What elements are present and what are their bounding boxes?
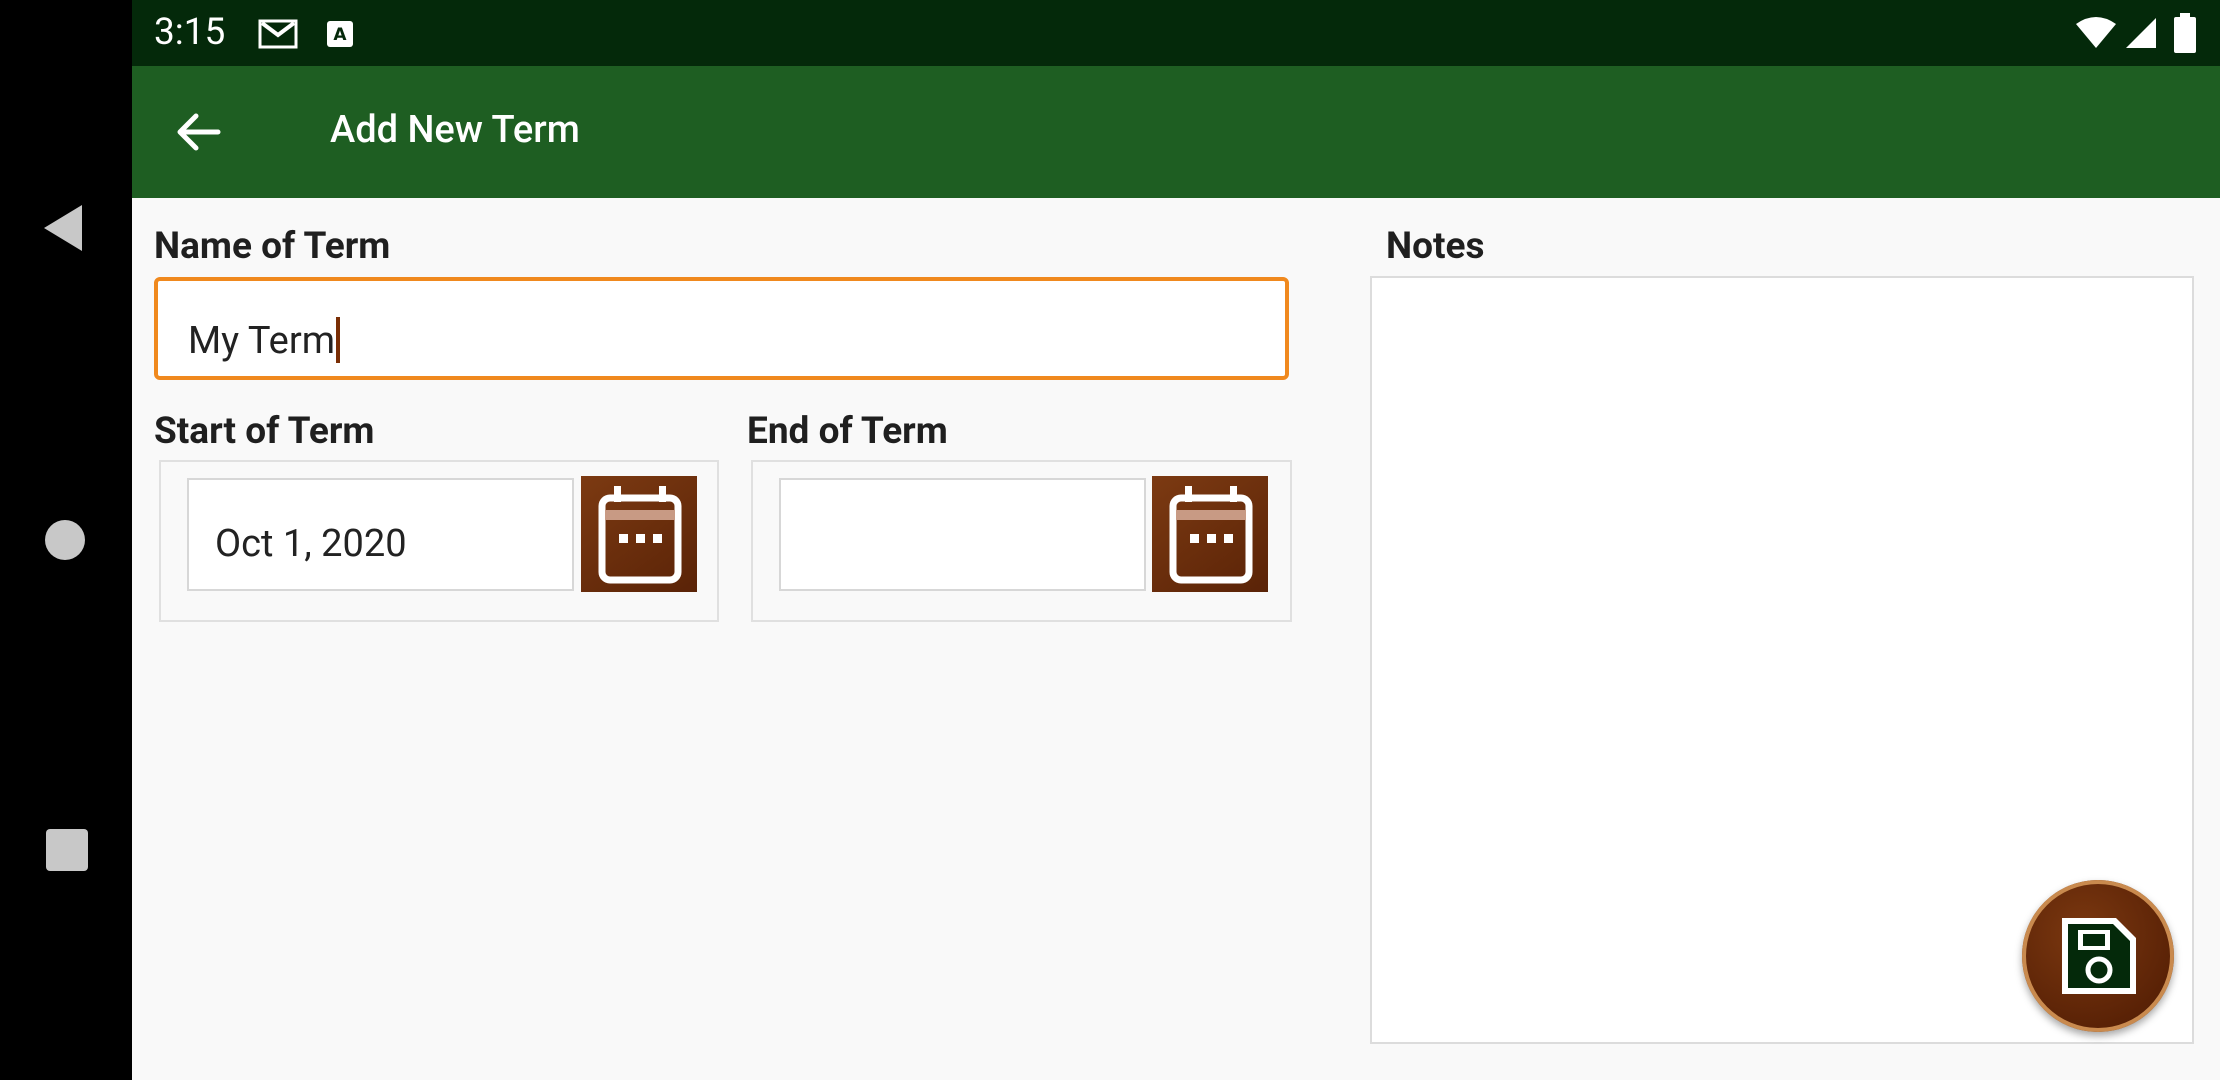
start-date-group: Oct 1, 2020: [159, 460, 719, 622]
start-date-value: Oct 1, 2020: [215, 522, 407, 566]
back-arrow-icon[interactable]: [172, 106, 224, 158]
page-title: Add New Term: [330, 108, 580, 152]
start-of-term-label: Start of Term: [154, 410, 375, 453]
end-of-term-label: End of Term: [747, 410, 948, 453]
end-date-group: [751, 460, 1292, 622]
name-of-term-label: Name of Term: [154, 225, 391, 268]
a-icon: A: [327, 21, 353, 47]
gmail-icon: [258, 19, 298, 49]
system-nav-bar: [0, 0, 132, 1080]
term-name-input[interactable]: My Term: [154, 277, 1289, 380]
nav-recents-icon[interactable]: [46, 829, 88, 871]
start-date-input[interactable]: Oct 1, 2020: [187, 478, 574, 591]
nav-back-icon[interactable]: [44, 205, 82, 251]
app-bar: Add New Term: [132, 66, 2220, 198]
notes-label: Notes: [1386, 225, 1485, 268]
wifi-icon: [2076, 17, 2116, 48]
status-bar: 3:15 A: [132, 0, 2220, 66]
form-content: Name of Term My Term Start of Term Oct 1…: [132, 198, 2220, 1080]
calendar-icon: [1169, 486, 1253, 584]
end-date-input[interactable]: [779, 478, 1146, 591]
svg-text:A: A: [333, 25, 347, 45]
signal-icon: [2126, 18, 2156, 48]
text-cursor: [336, 316, 341, 363]
nav-home-icon[interactable]: [45, 520, 85, 560]
save-fab-button[interactable]: [2022, 880, 2174, 1032]
status-time: 3:15: [154, 11, 226, 54]
battery-icon: [2174, 13, 2196, 53]
start-date-picker-button[interactable]: [581, 476, 697, 592]
term-name-value: My Term: [188, 316, 341, 363]
save-icon: [2062, 918, 2136, 994]
calendar-icon: [598, 486, 682, 584]
end-date-picker-button[interactable]: [1152, 476, 1268, 592]
